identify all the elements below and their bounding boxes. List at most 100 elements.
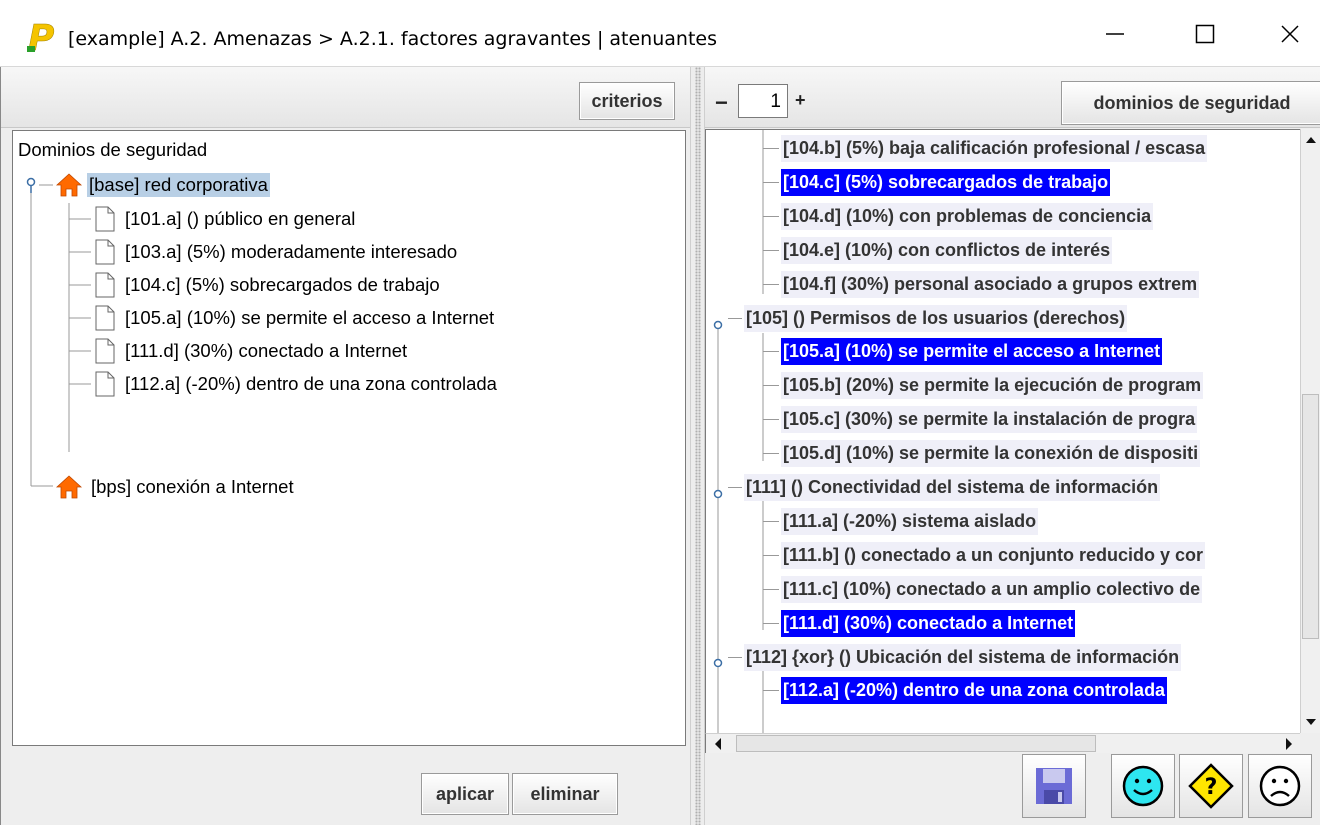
close-button[interactable] [1245, 0, 1320, 67]
spinner-increment-button[interactable]: + [795, 90, 806, 111]
tree-item-row[interactable]: [105.a] (10%) se permite el acceso a Int… [763, 335, 1163, 368]
document-icon [95, 305, 115, 331]
tree-leaf-label: [112.a] (-20%) dentro de una zona contro… [125, 373, 497, 394]
tree-leaf[interactable]: [105.a] (10%) se permite el acceso a Int… [93, 303, 496, 333]
threat-factors-tree[interactable]: [104.b] (5%) baja calificación profesion… [705, 129, 1300, 733]
tree-item-row[interactable]: [111.a] (-20%) sistema aislado [763, 505, 1039, 538]
save-button[interactable] [1022, 754, 1086, 818]
vertical-scrollbar[interactable] [1300, 129, 1320, 733]
left-toolbar: criterios [1, 67, 691, 128]
tree-connector [763, 588, 779, 590]
help-button[interactable]: ? [1179, 754, 1243, 818]
app-logo-icon: P [27, 18, 55, 54]
tree-connector [763, 690, 779, 692]
scroll-up-icon[interactable] [1301, 131, 1320, 149]
sad-face-icon [1259, 765, 1301, 807]
aplicar-button[interactable]: aplicar [421, 773, 509, 815]
tree-connector [763, 419, 779, 421]
right-toolbar: − 1 + dominios de seguridad [705, 67, 1320, 128]
criterios-button[interactable]: criterios [579, 82, 675, 120]
horizontal-scroll-thumb[interactable] [736, 735, 1096, 752]
home-icon [55, 475, 83, 499]
horizontal-scrollbar[interactable] [705, 733, 1300, 753]
tree-item-row[interactable]: [104.f] (30%) personal asociado a grupos… [763, 268, 1200, 301]
tree-item-row[interactable]: [104.e] (10%) con conflictos de interés [763, 234, 1113, 267]
tree-row-label: [111.a] (-20%) sistema aislado [781, 507, 1039, 535]
accept-button[interactable] [1111, 754, 1175, 818]
tree-leaf[interactable]: [104.c] (5%) sobrecargados de trabajo [93, 270, 442, 300]
tree-item-row[interactable]: [111.c] (10%) conectado a un amplio cole… [763, 573, 1203, 606]
minimize-icon [1106, 32, 1124, 35]
tree-row-label: [105.b] (20%) se permite la ejecución de… [781, 372, 1204, 400]
tree-row-label: [104.d] (10%) con problemas de concienci… [781, 202, 1154, 230]
tree-row-label: [105.a] (10%) se permite el acceso a Int… [781, 338, 1163, 366]
document-icon [95, 371, 115, 397]
tree-connector [728, 317, 742, 319]
tree-row-label: [111.d] (30%) conectado a Internet [781, 609, 1076, 637]
document-icon [95, 338, 115, 364]
tree-item-row[interactable]: [104.b] (5%) baja calificación profesion… [763, 132, 1208, 165]
document-icon [95, 272, 115, 298]
scroll-down-icon[interactable] [1301, 713, 1320, 731]
tree-item-row[interactable]: [105.b] (20%) se permite la ejecución de… [763, 369, 1204, 402]
tree-connector [763, 351, 779, 353]
question-warning-icon: ? [1188, 763, 1234, 809]
tree-item-row[interactable]: [112.a] (-20%) dentro de una zona contro… [763, 674, 1168, 707]
tree-item-row[interactable]: [104.d] (10%) con problemas de concienci… [763, 200, 1154, 233]
scroll-left-icon[interactable] [712, 737, 726, 751]
tree-leaf[interactable]: [111.d] (30%) conectado a Internet [93, 336, 409, 366]
vertical-scroll-thumb[interactable] [1302, 394, 1319, 639]
split-pane-divider[interactable] [690, 67, 705, 825]
scroll-right-icon[interactable] [1282, 737, 1296, 751]
right-bottom-bar: ? [705, 754, 1320, 825]
tree-leaf-label: [105.a] (10%) se permite el acceso a Int… [125, 307, 495, 328]
svg-text:?: ? [1205, 775, 1218, 800]
eliminar-button[interactable]: eliminar [512, 773, 618, 815]
tree-row-label: [104.f] (30%) personal asociado a grupos… [781, 270, 1200, 298]
tree-leaf-label: [104.c] (5%) sobrecargados de trabajo [125, 274, 440, 295]
window-title: [example] A.2. Amenazas > A.2.1. factore… [68, 28, 717, 50]
tree-group-row[interactable]: [112] {xor} () Ubicación del sistema de … [728, 641, 1182, 674]
tree-connector [763, 215, 779, 217]
tree-node-base[interactable]: [base] red corporativa [55, 170, 270, 200]
document-icon [95, 206, 115, 232]
tree-group-row[interactable]: [105] () Permisos de los usuarios (derec… [728, 302, 1128, 335]
tree-item-row[interactable]: [111.b] () conectado a un conjunto reduc… [763, 539, 1206, 572]
tree-connector [763, 249, 779, 251]
tree-node-bps[interactable]: [bps] conexión a Internet [55, 472, 296, 502]
spinner-decrement-button[interactable]: − [715, 90, 728, 116]
tree-connector [763, 453, 779, 455]
tree-connector [763, 554, 779, 556]
tree-leaf-label: [101.a] () público en general [125, 208, 356, 229]
minimize-button[interactable] [1070, 0, 1160, 67]
tree-leaf-label: [103.a] (5%) moderadamente interesado [125, 241, 458, 262]
left-bottom-bar: aplicar eliminar [1, 747, 691, 825]
domains-tree[interactable]: Dominios de seguridad [base] red corpora… [12, 130, 686, 746]
tree-leaf[interactable]: [101.a] () público en general [93, 204, 357, 234]
tree-row-label: [104.e] (10%) con conflictos de interés [781, 236, 1113, 264]
cancel-button[interactable] [1248, 754, 1312, 818]
tree-connector [763, 181, 779, 183]
tree-item-row[interactable]: [111.d] (30%) conectado a Internet [763, 607, 1076, 640]
tree-row-label: [112.a] (-20%) dentro de una zona contro… [781, 677, 1168, 705]
tree-item-row[interactable]: [104.c] (5%) sobrecargados de trabajo [763, 166, 1111, 199]
happy-face-icon [1122, 765, 1164, 807]
tree-node-label: [base] red corporativa [87, 173, 270, 197]
maximize-icon [1195, 24, 1215, 43]
dominios-de-seguridad-button[interactable]: dominios de seguridad [1061, 81, 1320, 125]
splitter-grip [695, 67, 701, 825]
tree-item-row[interactable]: [105.d] (10%) se permite la conexión de … [763, 437, 1201, 470]
right-panel: − 1 + dominios de seguridad [104.b] (5%)… [705, 67, 1320, 825]
tree-connector [763, 283, 779, 285]
tree-item-row[interactable]: [105.c] (30%) se permite la instalación … [763, 403, 1198, 436]
tree-row-label: [112] {xor} () Ubicación del sistema de … [744, 643, 1182, 671]
tree-connector [728, 656, 742, 658]
home-icon [55, 173, 83, 197]
level-spinner-field[interactable]: 1 [738, 84, 788, 118]
tree-group-row[interactable]: [111] () Conectividad del sistema de inf… [728, 471, 1161, 504]
maximize-button[interactable] [1160, 0, 1250, 67]
tree-row-label: [105.d] (10%) se permite la conexión de … [781, 440, 1201, 468]
tree-root: Dominios de seguridad [16, 135, 209, 165]
tree-leaf[interactable]: [112.a] (-20%) dentro de una zona contro… [93, 369, 499, 399]
tree-leaf[interactable]: [103.a] (5%) moderadamente interesado [93, 237, 459, 267]
